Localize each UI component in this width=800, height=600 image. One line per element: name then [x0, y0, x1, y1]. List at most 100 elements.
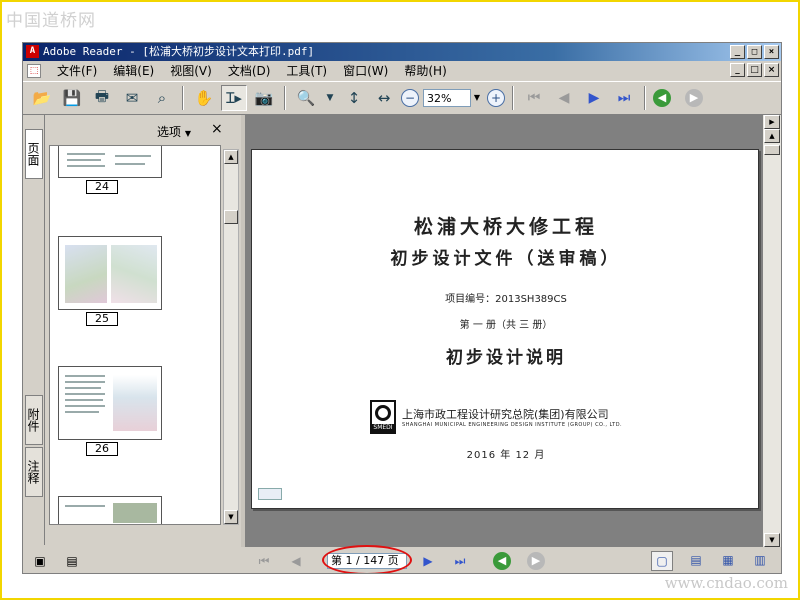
tab-attachments[interactable]: 附件: [25, 395, 43, 445]
print-icon[interactable]: 🖶: [89, 85, 115, 111]
chevron-down-icon: ▼: [184, 129, 191, 138]
highlight-circle: [322, 545, 412, 573]
email-icon[interactable]: ✉: [119, 85, 145, 111]
volume-info: 第 一 册（共 三 册）: [459, 320, 553, 331]
close-panel-button[interactable]: ×: [211, 121, 223, 137]
thumbnail-page-number: 24: [86, 180, 118, 194]
adobe-reader-icon: A: [26, 45, 39, 58]
doc-close-button[interactable]: ×: [764, 63, 779, 77]
page-thumbnail-24[interactable]: [58, 146, 162, 178]
options-menu-button[interactable]: 选项 ▼: [157, 123, 191, 140]
document-date: 2016 年 12 月: [466, 450, 546, 461]
page-thumbnail-25[interactable]: [58, 236, 162, 310]
menu-window[interactable]: 窗口(W): [335, 62, 396, 80]
menu-file[interactable]: 文件(F): [49, 62, 105, 80]
document-scrollbar[interactable]: ▶ ▲ ▼: [763, 115, 781, 547]
snapshot-camera-icon[interactable]: 📷: [251, 85, 277, 111]
zoom-combobox: ▼: [423, 89, 483, 107]
select-text-tool-icon[interactable]: Ɪ▸: [221, 85, 247, 111]
hand-tool-icon[interactable]: ✋: [191, 85, 217, 111]
first-page-icon[interactable]: ⏮: [255, 553, 273, 569]
doc-restore-button[interactable]: □: [747, 63, 762, 77]
document-title-line1: 松浦大桥大修工程: [413, 216, 598, 238]
previous-view-icon[interactable]: ◀: [653, 89, 671, 107]
previous-view-icon[interactable]: ◀: [493, 552, 511, 570]
title-bar[interactable]: A Adobe Reader - [松浦大桥初步设计文本打印.pdf] _ □ …: [23, 43, 781, 61]
page-stamp-icon: [258, 488, 282, 500]
previous-page-icon[interactable]: ◀: [287, 553, 305, 569]
zoom-tool-dropdown-icon[interactable]: ▼: [323, 85, 337, 111]
previous-page-icon[interactable]: ◀: [551, 85, 577, 111]
menu-tools[interactable]: 工具(T): [278, 62, 335, 80]
facing-view-icon[interactable]: ▦: [717, 551, 739, 571]
toolbar-separator: [644, 86, 646, 110]
fit-page-icon[interactable]: ↕: [341, 85, 367, 111]
doc-minimize-button[interactable]: _: [730, 63, 745, 77]
menu-help[interactable]: 帮助(H): [396, 62, 454, 80]
institute-name-en: SHANGHAI MUNICIPAL ENGINEERING DESIGN IN…: [402, 422, 623, 428]
zoom-out-icon[interactable]: −: [401, 89, 419, 107]
scrollbar-thumb[interactable]: [224, 210, 238, 224]
thumbnail-scrollbar[interactable]: ▲ ▼: [223, 149, 239, 525]
zoom-dropdown-icon[interactable]: ▼: [471, 89, 483, 107]
scroll-up-icon[interactable]: ▲: [764, 129, 780, 143]
document-title-line3: 初步设计说明: [446, 348, 566, 368]
document-view[interactable]: 松浦大桥大修工程 初步设计文件（送审稿） 项目编号：2013SH389CS 第 …: [245, 115, 763, 547]
next-view-icon[interactable]: ▶: [685, 89, 703, 107]
toolbar-separator: [512, 86, 514, 110]
next-page-icon[interactable]: ▶: [419, 553, 437, 569]
toolbar: 📂 💾 🖶 ✉ ⌕ ✋ Ɪ▸ 📷 🔍 ▼ ↕ ↔ − ▼ + ⏮ ◀ ▶ ⏭: [23, 81, 781, 115]
last-page-icon[interactable]: ⏭: [451, 553, 469, 569]
thumbnail-page-number: 25: [86, 312, 118, 326]
zoom-in-icon[interactable]: +: [487, 89, 505, 107]
minimize-button[interactable]: _: [730, 45, 745, 59]
adobe-reader-window: A Adobe Reader - [松浦大桥初步设计文本打印.pdf] _ □ …: [22, 42, 782, 574]
document-properties-icon[interactable]: ▤: [63, 553, 81, 569]
scroll-up-icon[interactable]: ▲: [224, 150, 238, 164]
first-page-icon[interactable]: ⏮: [521, 85, 547, 111]
open-folder-icon[interactable]: 📂: [29, 85, 55, 111]
scroll-down-icon[interactable]: ▼: [224, 510, 238, 524]
screenshot-frame: 中国道桥网 A Adobe Reader - [松浦大桥初步设计文本打印.pdf…: [0, 0, 800, 600]
menu-edit[interactable]: 编辑(E): [105, 62, 162, 80]
pages-panel: 选项 ▼ × 24 25 26 ▲ ▼: [45, 115, 241, 547]
zoom-input[interactable]: [423, 89, 471, 107]
close-button[interactable]: ×: [764, 45, 779, 59]
next-view-icon[interactable]: ▶: [527, 552, 545, 570]
document-title-line2: 初步设计文件（送审稿）: [390, 249, 622, 269]
options-label: 选项: [157, 125, 182, 139]
watermark-bottom: www.cndao.com: [664, 574, 788, 592]
window-title: Adobe Reader - [松浦大桥初步设计文本打印.pdf]: [43, 45, 315, 58]
fit-width-icon[interactable]: ↔: [371, 85, 397, 111]
status-bar: ▣ ▤ ⏮ ◀ 第 1 / 147 页 ▶ ⏭ ◀ ▶ ▢ ▤ ▦ ▥: [23, 545, 781, 573]
logo-mark: [375, 405, 391, 421]
pages-panel-header: 选项 ▼ ×: [45, 115, 241, 145]
last-page-icon[interactable]: ⏭: [611, 85, 637, 111]
pdf-document-icon[interactable]: ⬚: [27, 64, 41, 78]
thumbnail-page-number: 26: [86, 442, 118, 456]
project-number: 项目编号：2013SH389CS: [445, 294, 567, 305]
save-icon[interactable]: 💾: [59, 85, 85, 111]
single-page-view-icon[interactable]: ▢: [651, 551, 673, 571]
scroll-right-icon[interactable]: ▶: [764, 115, 780, 129]
search-binoculars-icon[interactable]: ⌕: [149, 85, 175, 111]
page-thumbnail-27[interactable]: [58, 496, 162, 524]
menu-document[interactable]: 文档(D): [220, 62, 279, 80]
pdf-page: 松浦大桥大修工程 初步设计文件（送审稿） 项目编号：2013SH389CS 第 …: [251, 149, 759, 509]
thumbnail-list[interactable]: 24 25 26: [49, 145, 221, 525]
continuous-facing-view-icon[interactable]: ▥: [749, 551, 771, 571]
watermark-top: 中国道桥网: [6, 11, 96, 31]
menu-view[interactable]: 视图(V): [162, 62, 220, 80]
toolbar-separator: [284, 86, 286, 110]
scroll-down-icon[interactable]: ▼: [764, 533, 780, 547]
next-page-icon[interactable]: ▶: [581, 85, 607, 111]
scrollbar-thumb[interactable]: [764, 145, 780, 155]
panel-toggle-icon[interactable]: ▣: [31, 553, 49, 569]
page-thumbnail-26[interactable]: [58, 366, 162, 440]
zoom-in-tool-icon[interactable]: 🔍: [293, 85, 319, 111]
toolbar-separator: [182, 86, 184, 110]
tab-pages[interactable]: 页面: [25, 129, 43, 179]
continuous-view-icon[interactable]: ▤: [685, 551, 707, 571]
maximize-button[interactable]: □: [747, 45, 762, 59]
tab-comments[interactable]: 注释: [25, 447, 43, 497]
